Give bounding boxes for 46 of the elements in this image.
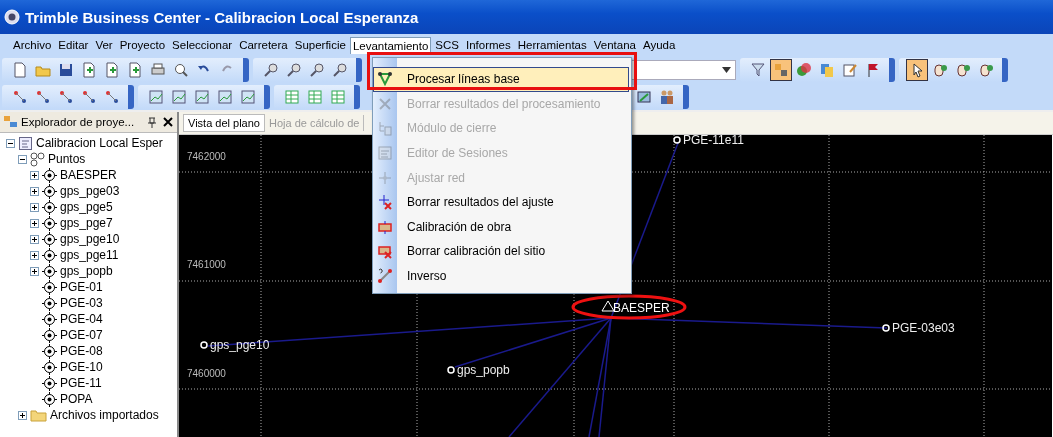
menu-item[interactable]: Levantamiento bbox=[349, 36, 432, 54]
menu-item[interactable]: Carretera bbox=[236, 37, 291, 53]
tree-item[interactable]: PGE-01 bbox=[60, 280, 103, 294]
tree-item[interactable]: gps_popb bbox=[60, 264, 113, 278]
tree-item[interactable]: PGE-07 bbox=[60, 328, 103, 342]
tree-item[interactable]: PGE-08 bbox=[60, 344, 103, 358]
panel-title: Explorador de proye... bbox=[21, 116, 136, 128]
tree-item[interactable]: gps_pge11 bbox=[60, 248, 119, 262]
menu-item[interactable]: Borrar calibración del sitio bbox=[373, 239, 631, 264]
tree-item[interactable]: Archivos importados bbox=[50, 408, 159, 422]
northing-label: 7461000 bbox=[187, 259, 226, 270]
menu-item[interactable]: Herramientas bbox=[514, 37, 590, 53]
tree-item[interactable]: PGE-03 bbox=[60, 296, 103, 310]
view-tab[interactable]: Vista del plano bbox=[183, 114, 265, 132]
window-title: Trimble Business Center - Calibracion Local Esperanza bbox=[25, 8, 419, 26]
tree-item[interactable]: gps_pge7 bbox=[60, 216, 113, 230]
menu-item[interactable]: Ayuda bbox=[640, 37, 679, 53]
point-label: PGE-11e11 bbox=[683, 135, 744, 147]
tree-item[interactable]: Calibracion Local Esper bbox=[36, 136, 163, 150]
point-label: BAESPER bbox=[613, 301, 670, 315]
tree-item[interactable]: PGE-11 bbox=[60, 376, 102, 390]
tree-item[interactable]: gps_pge10 bbox=[60, 232, 120, 246]
menu-item[interactable]: Superficie bbox=[291, 37, 349, 53]
point-label: gps_pge10 bbox=[210, 338, 270, 352]
menu-item[interactable]: Inverso bbox=[373, 263, 631, 289]
northing-label: 7460000 bbox=[187, 368, 226, 379]
menu-item[interactable]: Archivo bbox=[10, 37, 55, 53]
tree-item[interactable]: gps_pge5 bbox=[60, 200, 113, 214]
point-label: PGE-03e03 bbox=[892, 321, 955, 335]
tree-item[interactable]: PGE-10 bbox=[60, 360, 103, 374]
point-label: gps_popb bbox=[457, 363, 510, 377]
menu-item[interactable]: Informes bbox=[463, 37, 514, 53]
menu-item[interactable]: SCS bbox=[432, 37, 462, 53]
tree-item[interactable]: gps_pge03 bbox=[60, 184, 120, 198]
menu-item[interactable]: Proyecto bbox=[116, 37, 169, 53]
menu-item[interactable]: Ver bbox=[92, 37, 116, 53]
menu-item[interactable]: Seleccionar bbox=[169, 37, 236, 53]
menu-item[interactable]: Editar bbox=[55, 37, 92, 53]
menu-item[interactable]: Calibración de obra bbox=[373, 214, 631, 240]
northing-label: 7462000 bbox=[187, 151, 226, 162]
menu-item[interactable]: Ventana bbox=[590, 37, 639, 53]
menu-item[interactable]: Borrar resultados del ajuste bbox=[373, 189, 631, 215]
tree-item[interactable]: POPA bbox=[60, 392, 93, 406]
tree-item[interactable]: PGE-04 bbox=[60, 312, 103, 326]
tree-item[interactable]: BAESPER bbox=[60, 168, 117, 182]
tree-item[interactable]: Puntos bbox=[48, 152, 86, 166]
